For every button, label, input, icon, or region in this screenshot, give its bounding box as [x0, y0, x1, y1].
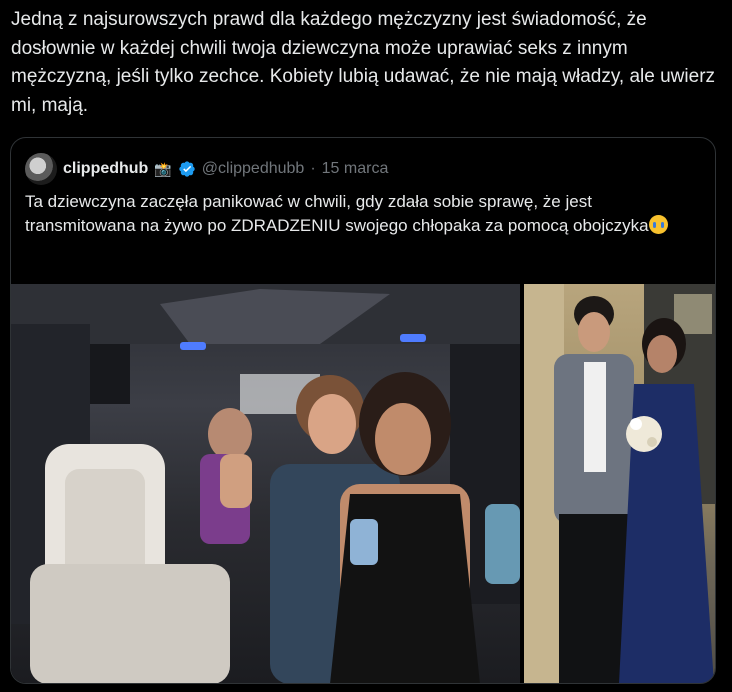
media-photo-bus-interior[interactable]	[11, 284, 520, 683]
crying-face-icon	[648, 215, 668, 234]
prom-couple-illustration	[524, 284, 715, 683]
verified-badge-icon	[178, 160, 196, 178]
quoted-tweet-body: Ta dziewczyna zaczęła panikować w chwili…	[25, 192, 649, 235]
media-photo-prom-couple[interactable]	[524, 284, 715, 683]
camera-flash-icon: 📸	[154, 160, 172, 177]
bus-interior-illustration	[11, 284, 520, 683]
author-handle[interactable]: @clippedhubb	[202, 160, 305, 178]
quoted-tweet-header: clippedhub 📸 @clippedhubb · 15 marca	[25, 152, 388, 186]
separator-dot: ·	[310, 160, 316, 177]
post-date[interactable]: 15 marca	[322, 160, 389, 178]
media-grid	[11, 284, 715, 683]
quoted-tweet-card[interactable]: clippedhub 📸 @clippedhubb · 15 marca Ta …	[10, 137, 716, 684]
avatar[interactable]	[25, 153, 57, 185]
quoted-tweet-text: Ta dziewczyna zaczęła panikować w chwili…	[25, 190, 701, 238]
tweet-body-text: Jedną z najsurowszych prawd dla każdego …	[11, 9, 716, 116]
author-display-name[interactable]: clippedhub	[63, 160, 148, 178]
